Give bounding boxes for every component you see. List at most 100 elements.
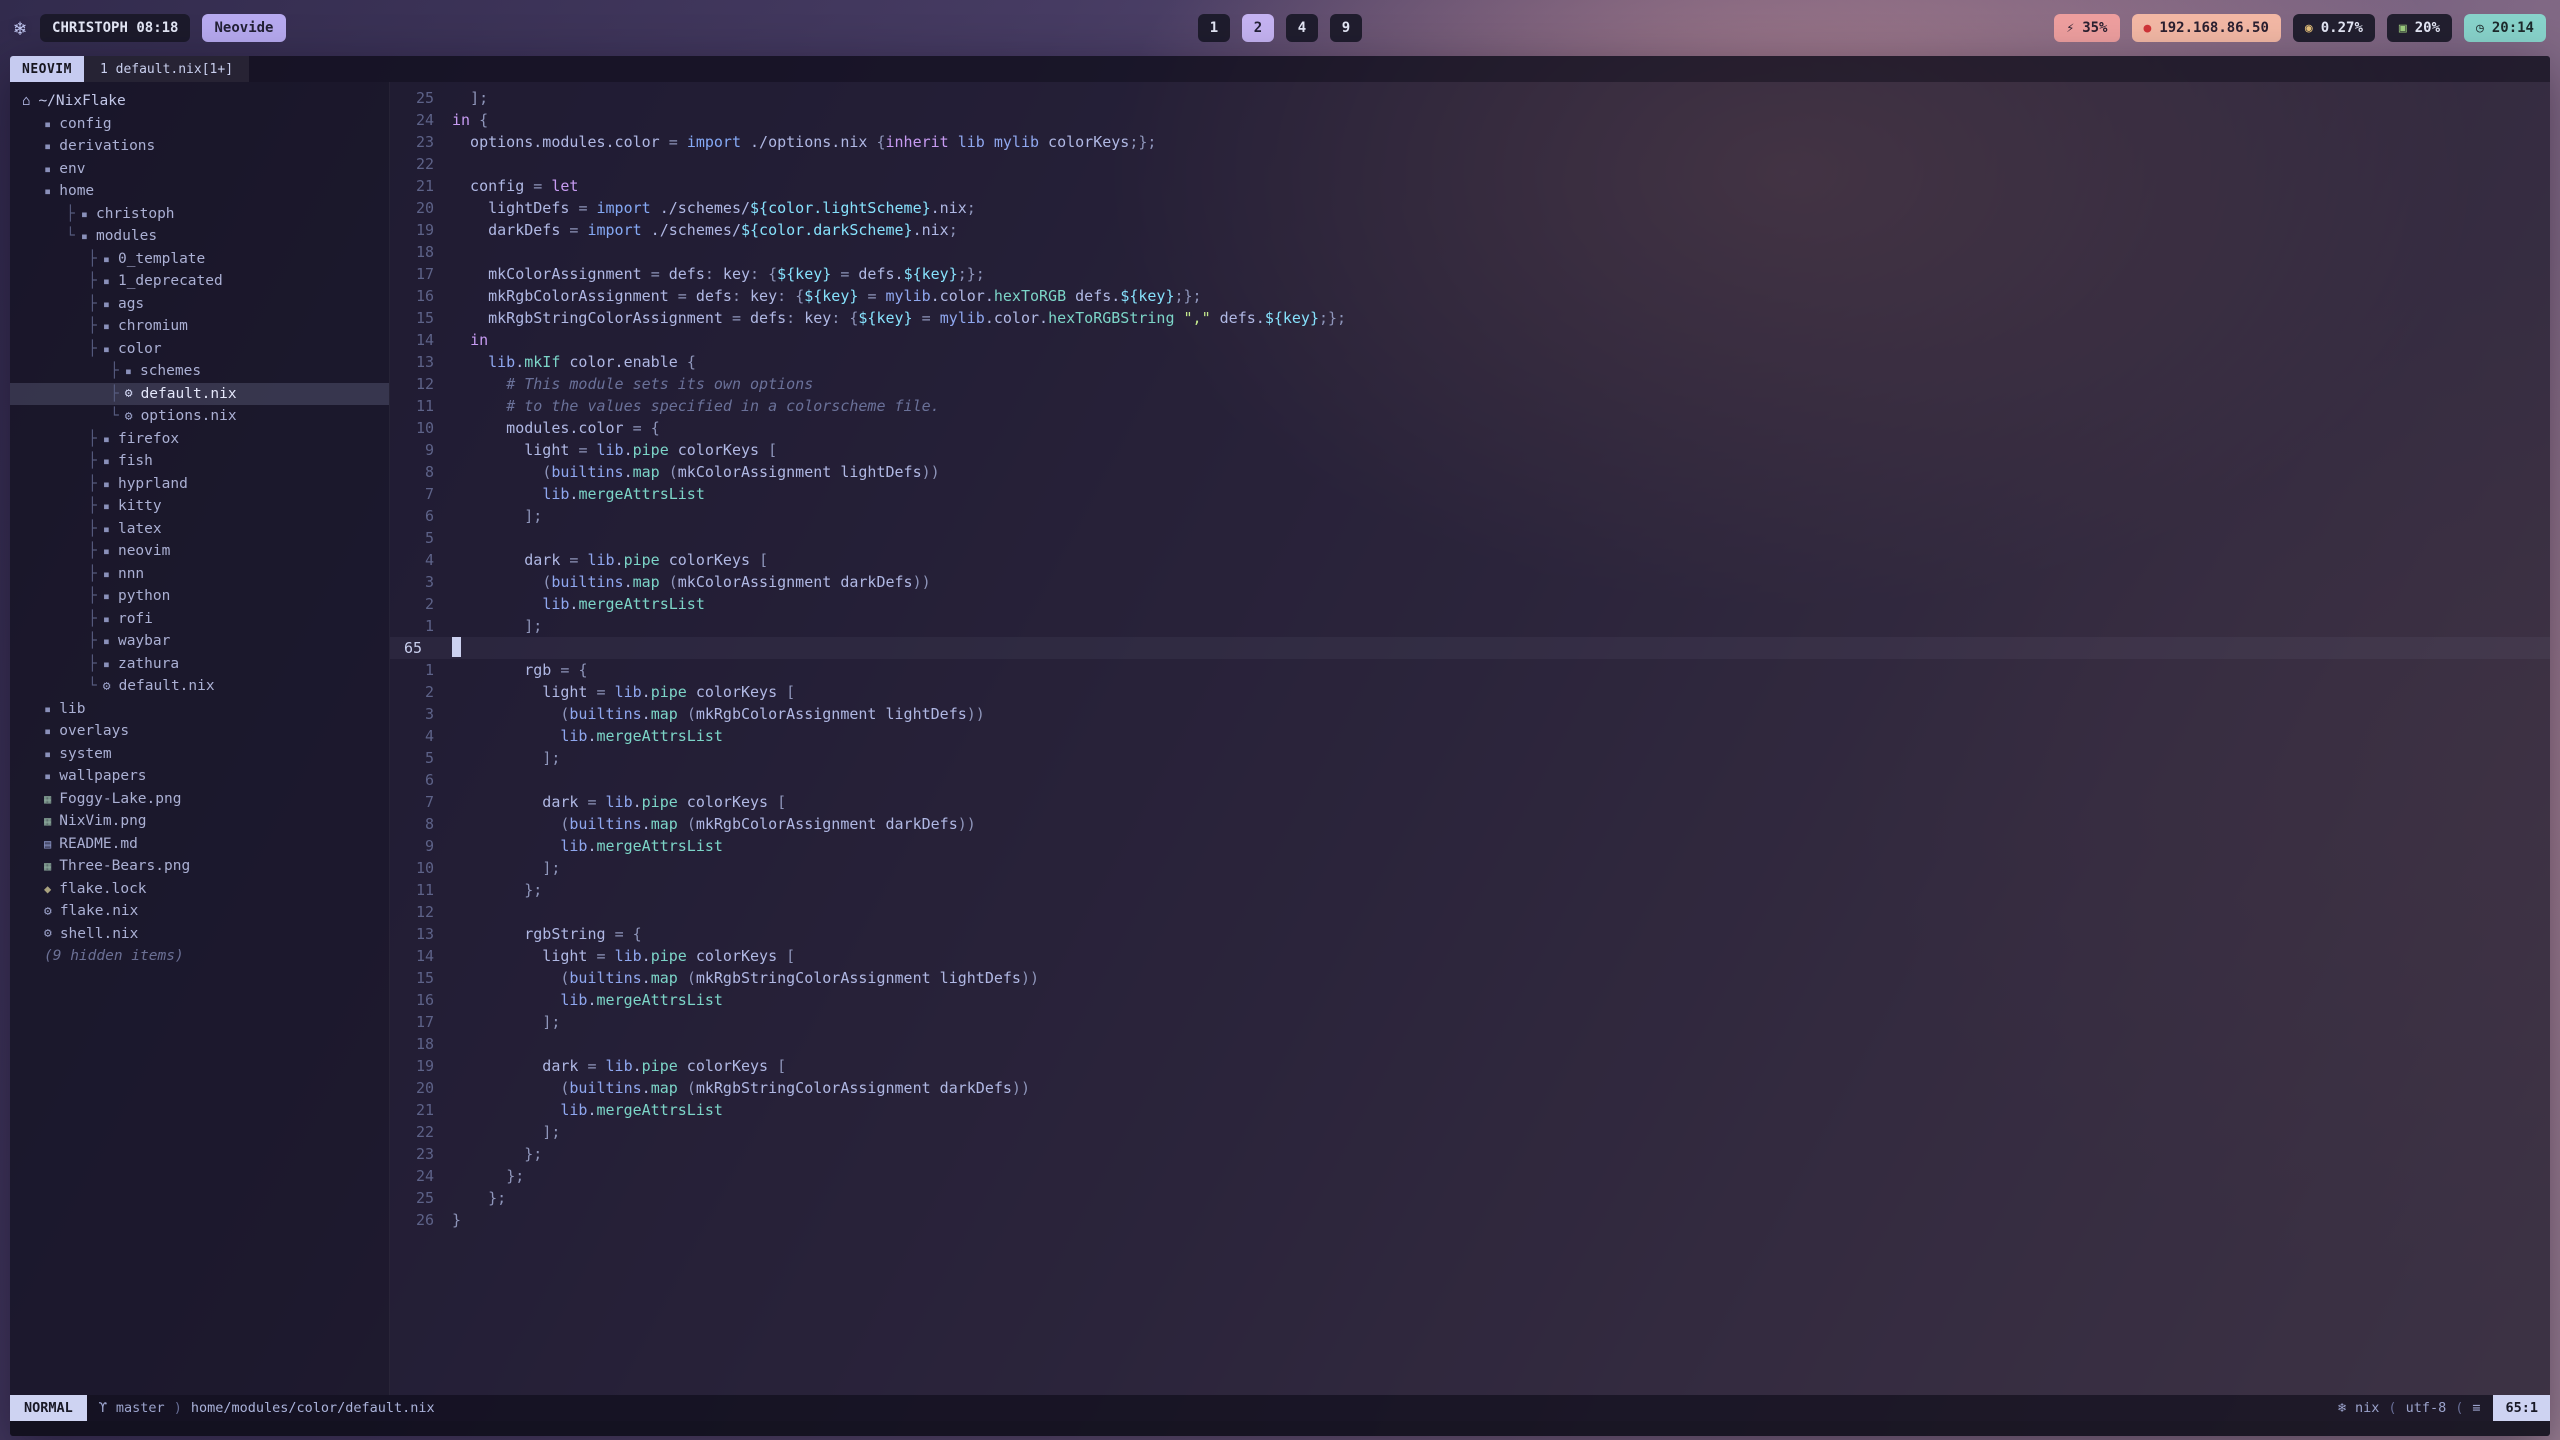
code-line[interactable]: 20 (builtins.map (mkRgbStringColorAssign… xyxy=(390,1077,2550,1099)
tree-item-system[interactable]: ▪system xyxy=(10,743,389,766)
workspace-9[interactable]: 9 xyxy=(1330,14,1362,42)
code-line[interactable]: 19 dark = lib.pipe colorKeys [ xyxy=(390,1055,2550,1077)
code-line[interactable]: 22 xyxy=(390,153,2550,175)
code-line[interactable]: 2 light = lib.pipe colorKeys [ xyxy=(390,681,2550,703)
code-line[interactable]: 15 (builtins.map (mkRgbStringColorAssign… xyxy=(390,967,2550,989)
tree-item-waybar[interactable]: ├▪waybar xyxy=(10,630,389,653)
network-badge[interactable]: ●192.168.86.50 xyxy=(2132,14,2281,42)
tree-item-firefox[interactable]: ├▪firefox xyxy=(10,428,389,451)
tree-item-schemes[interactable]: ├▪schemes xyxy=(10,360,389,383)
tree-item-wallpapers[interactable]: ▪wallpapers xyxy=(10,765,389,788)
cpu-badge[interactable]: ◉0.27% xyxy=(2293,14,2375,42)
tree-item-1-deprecated[interactable]: ├▪1_deprecated xyxy=(10,270,389,293)
tree-item-home[interactable]: ▪home xyxy=(10,180,389,203)
code-line[interactable]: 14 in xyxy=(390,329,2550,351)
tree-item-nixflake[interactable]: ⌂~/NixFlake xyxy=(10,90,389,113)
code-line[interactable]: 2 lib.mergeAttrsList xyxy=(390,593,2550,615)
code-line[interactable]: 6 xyxy=(390,769,2550,791)
code-line[interactable]: 16 mkRgbColorAssignment = defs: key: {${… xyxy=(390,285,2550,307)
code-line[interactable]: 22 ]; xyxy=(390,1121,2550,1143)
code-line[interactable]: 1 rgb = { xyxy=(390,659,2550,681)
tree-item-neovim[interactable]: ├▪neovim xyxy=(10,540,389,563)
tree-item-latex[interactable]: ├▪latex xyxy=(10,518,389,541)
tab-default-nix[interactable]: 1 default.nix[1+] xyxy=(84,56,249,82)
app-badge[interactable]: Neovide xyxy=(202,14,285,42)
workspace-4[interactable]: 4 xyxy=(1286,14,1318,42)
editor[interactable]: 25 ];24in {23 options.modules.color = im… xyxy=(390,82,2550,1395)
code-line[interactable]: 25 }; xyxy=(390,1187,2550,1209)
user-clock-badge[interactable]: CHRISTOPH 08:18 xyxy=(40,14,190,42)
code-line[interactable]: 9 lib.mergeAttrsList xyxy=(390,835,2550,857)
code-line[interactable]: 26} xyxy=(390,1209,2550,1231)
code-line[interactable]: 4 lib.mergeAttrsList xyxy=(390,725,2550,747)
code-line[interactable]: 15 mkRgbStringColorAssignment = defs: ke… xyxy=(390,307,2550,329)
code-line[interactable]: 23 options.modules.color = import ./opti… xyxy=(390,131,2550,153)
code-line[interactable]: 24 }; xyxy=(390,1165,2550,1187)
clock-badge[interactable]: ◷20:14 xyxy=(2464,14,2546,42)
tree-item-0-template[interactable]: ├▪0_template xyxy=(10,248,389,271)
tree-item-env[interactable]: ▪env xyxy=(10,158,389,181)
tree-item-lib[interactable]: ▪lib xyxy=(10,698,389,721)
code-line[interactable]: 19 darkDefs = import ./schemes/${color.d… xyxy=(390,219,2550,241)
tree-item-derivations[interactable]: ▪derivations xyxy=(10,135,389,158)
tree-item-config[interactable]: ▪config xyxy=(10,113,389,136)
code-line[interactable]: 25 ]; xyxy=(390,87,2550,109)
code-line[interactable]: 1 ]; xyxy=(390,615,2550,637)
tree-item-shell-nix[interactable]: ⚙shell.nix xyxy=(10,923,389,946)
code-line[interactable]: 3 (builtins.map (mkColorAssignment darkD… xyxy=(390,571,2550,593)
code-line[interactable]: 10 modules.color = { xyxy=(390,417,2550,439)
code-line[interactable]: 14 light = lib.pipe colorKeys [ xyxy=(390,945,2550,967)
tree-item-foggy-lake-png[interactable]: ▦Foggy-Lake.png xyxy=(10,788,389,811)
tree-item-options-nix[interactable]: └⚙options.nix xyxy=(10,405,389,428)
tree-item-fish[interactable]: ├▪fish xyxy=(10,450,389,473)
tree-item-hyprland[interactable]: ├▪hyprland xyxy=(10,473,389,496)
code-line[interactable]: 11 }; xyxy=(390,879,2550,901)
tree-item-default-nix[interactable]: ├⚙default.nix xyxy=(10,383,389,406)
code-line[interactable]: 8 (builtins.map (mkColorAssignment light… xyxy=(390,461,2550,483)
tree-item-nixvim-png[interactable]: ▦NixVim.png xyxy=(10,810,389,833)
code-line[interactable]: 18 xyxy=(390,241,2550,263)
code-line[interactable]: 21 config = let xyxy=(390,175,2550,197)
code-line[interactable]: 12 # This module sets its own options xyxy=(390,373,2550,395)
tree-item-modules[interactable]: └▪modules xyxy=(10,225,389,248)
tree-item-three-bears-png[interactable]: ▦Three-Bears.png xyxy=(10,855,389,878)
tree-item-christoph[interactable]: ├▪christoph xyxy=(10,203,389,226)
tree-item-default-nix[interactable]: └⚙default.nix xyxy=(10,675,389,698)
code-line[interactable]: 4 dark = lib.pipe colorKeys [ xyxy=(390,549,2550,571)
tree-item-kitty[interactable]: ├▪kitty xyxy=(10,495,389,518)
code-line[interactable]: 17 mkColorAssignment = defs: key: {${key… xyxy=(390,263,2550,285)
tree-item-ags[interactable]: ├▪ags xyxy=(10,293,389,316)
battery-badge[interactable]: ⚡35% xyxy=(2054,14,2119,42)
code-line-current[interactable]: 65 xyxy=(390,637,2550,659)
memory-badge[interactable]: ▣20% xyxy=(2387,14,2452,42)
code-line[interactable]: 11 # to the values specified in a colors… xyxy=(390,395,2550,417)
code-line[interactable]: 10 ]; xyxy=(390,857,2550,879)
tree-item-nnn[interactable]: ├▪nnn xyxy=(10,563,389,586)
code-line[interactable]: 6 ]; xyxy=(390,505,2550,527)
tree-item-zathura[interactable]: ├▪zathura xyxy=(10,653,389,676)
workspace-2[interactable]: 2 xyxy=(1242,14,1274,42)
code-line[interactable]: 23 }; xyxy=(390,1143,2550,1165)
code-line[interactable]: 24in { xyxy=(390,109,2550,131)
code-line[interactable]: 16 lib.mergeAttrsList xyxy=(390,989,2550,1011)
tree-item-readme-md[interactable]: ▤README.md xyxy=(10,833,389,856)
workspace-1[interactable]: 1 xyxy=(1198,14,1230,42)
code-line[interactable]: 8 (builtins.map (mkRgbColorAssignment da… xyxy=(390,813,2550,835)
tree-item-flake-lock[interactable]: ◆flake.lock xyxy=(10,878,389,901)
tree-item-python[interactable]: ├▪python xyxy=(10,585,389,608)
code-line[interactable]: 12 xyxy=(390,901,2550,923)
code-line[interactable]: 21 lib.mergeAttrsList xyxy=(390,1099,2550,1121)
code-line[interactable]: 13 rgbString = { xyxy=(390,923,2550,945)
tree-item-9-hidden-items[interactable]: (9 hidden items) xyxy=(10,945,389,968)
nix-logo-icon[interactable]: ❄ xyxy=(14,16,26,40)
tree-item-overlays[interactable]: ▪overlays xyxy=(10,720,389,743)
tree-item-flake-nix[interactable]: ⚙flake.nix xyxy=(10,900,389,923)
tree-item-rofi[interactable]: ├▪rofi xyxy=(10,608,389,631)
code-line[interactable]: 9 light = lib.pipe colorKeys [ xyxy=(390,439,2550,461)
code-line[interactable]: 18 xyxy=(390,1033,2550,1055)
tree-item-color[interactable]: ├▪color xyxy=(10,338,389,361)
code-line[interactable]: 3 (builtins.map (mkRgbColorAssignment li… xyxy=(390,703,2550,725)
code-line[interactable]: 7 lib.mergeAttrsList xyxy=(390,483,2550,505)
code-line[interactable]: 7 dark = lib.pipe colorKeys [ xyxy=(390,791,2550,813)
code-line[interactable]: 5 ]; xyxy=(390,747,2550,769)
